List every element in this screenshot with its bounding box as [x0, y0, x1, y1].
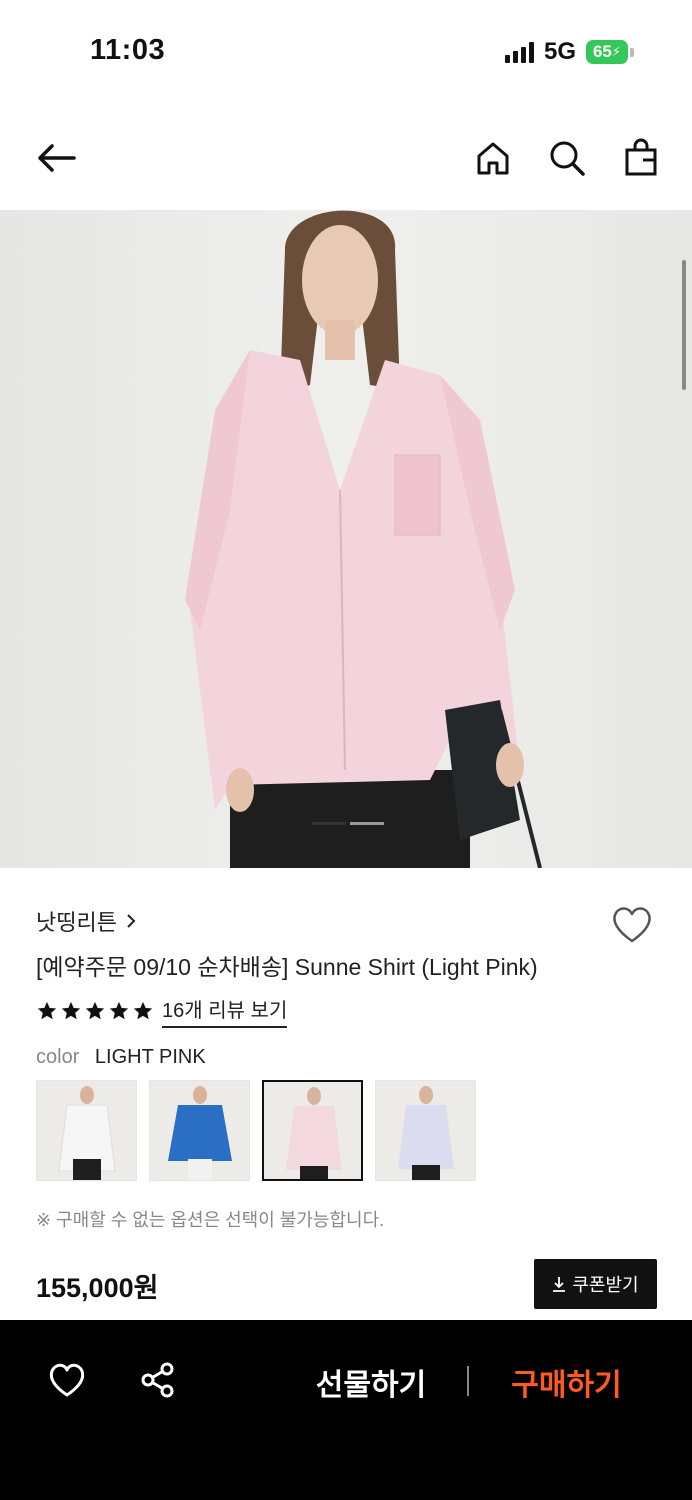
wishlist-button[interactable] [610, 903, 654, 947]
brand-name: 낫띵리튼 [36, 910, 117, 935]
coupon-button[interactable]: 쿠폰받기 [534, 1259, 657, 1309]
bottom-action-bar: 선물하기 구매하기 [0, 1320, 692, 1500]
home-icon [477, 142, 509, 175]
scroll-indicator[interactable] [682, 260, 686, 390]
coupon-label: 쿠폰받기 [572, 1275, 639, 1295]
search-icon [550, 141, 585, 176]
cart-button[interactable] [617, 134, 665, 182]
rating-row: 16개 리뷰 보기 [36, 994, 288, 1028]
color-value: LIGHT PINK [94, 1046, 206, 1068]
search-button[interactable] [543, 134, 591, 182]
star-icon [61, 1001, 81, 1020]
chevron-right-icon [127, 914, 136, 928]
gift-button[interactable]: 선물하기 [296, 1360, 446, 1402]
top-nav [0, 110, 692, 206]
swatch-thumbnail [168, 1086, 232, 1180]
star-icon [37, 1001, 57, 1020]
price: 155,000원 [36, 1273, 159, 1303]
rating-stars [36, 1000, 154, 1022]
product-image[interactable] [0, 210, 692, 868]
share-icon [141, 1362, 174, 1398]
swatch-thumbnail [398, 1086, 454, 1180]
swatch-thumbnail [58, 1086, 116, 1180]
product-title: [예약주문 09/10 순차배송] Sunne Shirt (Light Pin… [36, 954, 538, 980]
star-icon [109, 1001, 129, 1020]
swatch-blue[interactable] [149, 1080, 250, 1181]
star-icon [85, 1001, 105, 1020]
status-bar: 11:03 5G 65 ⚡ [0, 0, 692, 100]
network-type: 5G [543, 38, 576, 65]
signal-icon [504, 41, 534, 63]
battery-icon: 65 ⚡ [586, 40, 634, 64]
model-illustration [185, 210, 542, 868]
heart-icon [613, 907, 651, 943]
shopping-bag-icon [625, 138, 657, 176]
brand-link[interactable]: 낫띵리튼 [36, 905, 137, 937]
color-row: color LIGHT PINK [36, 1046, 206, 1069]
star-icon [133, 1001, 153, 1020]
carousel-indicator [312, 822, 384, 825]
heart-icon [49, 1363, 85, 1397]
swatch-white[interactable] [36, 1080, 137, 1181]
option-notice: ※ 구매할 수 없는 옵션은 선택이 불가능합니다. [36, 1210, 385, 1230]
buy-button[interactable]: 구매하기 [494, 1360, 639, 1402]
divider [467, 1366, 469, 1396]
color-label: color [36, 1046, 80, 1068]
swatch-thumbnail [286, 1087, 342, 1179]
swatch-light-pink[interactable] [262, 1080, 363, 1181]
battery-level: 65 [592, 42, 612, 61]
back-button[interactable] [32, 134, 80, 182]
reviews-link[interactable]: 16개 리뷰 보기 [162, 994, 288, 1028]
download-icon [553, 1277, 566, 1292]
swatch-light-blue[interactable] [375, 1080, 476, 1181]
status-indicators: 5G 65 ⚡ [504, 38, 634, 66]
arrow-left-icon [38, 144, 76, 172]
home-button[interactable] [469, 134, 517, 182]
share-button[interactable] [138, 1360, 178, 1400]
status-time: 11:03 [90, 34, 166, 66]
bottom-wishlist-button[interactable] [47, 1360, 87, 1400]
color-swatches [36, 1080, 476, 1181]
